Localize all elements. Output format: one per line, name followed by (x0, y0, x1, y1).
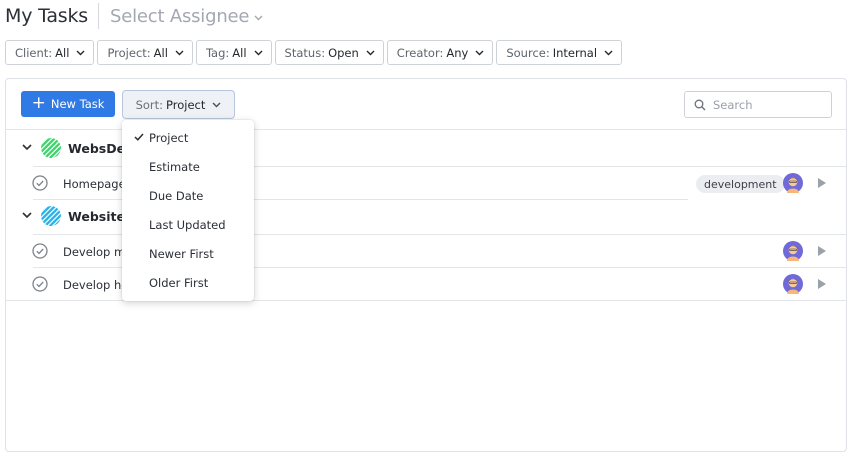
play-icon[interactable] (818, 246, 826, 256)
project-icon (41, 206, 61, 226)
chevron-down-icon (604, 50, 613, 55)
filter-value: All (55, 45, 70, 60)
filter-label: Status: (284, 45, 326, 60)
filter-label: Creator: (396, 45, 444, 60)
play-icon[interactable] (818, 279, 826, 289)
filter-label: Project: (107, 45, 151, 60)
chevron-down-icon[interactable] (22, 144, 32, 151)
filter-creator[interactable]: Creator: Any (386, 40, 494, 65)
sort-option-label: Project (149, 130, 189, 145)
filter-client[interactable]: Client: All (5, 40, 95, 65)
play-icon[interactable] (818, 178, 826, 188)
chevron-down-icon (254, 50, 263, 55)
sort-dropdown-menu: Project Estimate Due Date Last Updated N… (122, 120, 254, 301)
page-header: My Tasks Select Assignee (5, 2, 263, 30)
chevron-down-icon (212, 102, 221, 107)
check-circle-icon[interactable] (32, 276, 48, 292)
filter-label: Source: (506, 45, 550, 60)
checkmark-icon (134, 133, 144, 141)
sort-option-label: Due Date (149, 188, 204, 203)
plus-icon: + (31, 92, 46, 113)
filter-label: Tag: (205, 45, 230, 60)
header-divider (97, 3, 99, 29)
sort-option-label: Newer First (149, 246, 214, 261)
sort-option-label: Last Updated (149, 217, 226, 232)
sort-label: Sort: (135, 97, 164, 112)
chevron-down-icon (475, 50, 484, 55)
filter-label: Client: (15, 45, 53, 60)
filter-source[interactable]: Source: Internal (496, 40, 623, 65)
chevron-down-icon[interactable] (22, 212, 32, 219)
sort-option-due-date[interactable]: Due Date (122, 181, 254, 210)
avatar-icon[interactable] (783, 241, 803, 261)
sort-option-last-updated[interactable]: Last Updated (122, 210, 254, 239)
search-box[interactable] (684, 91, 832, 118)
sort-value: Project (166, 97, 206, 112)
filter-value: Any (446, 45, 469, 60)
chevron-down-icon (366, 50, 375, 55)
filter-value: All (232, 45, 247, 60)
filter-value: Open (328, 45, 359, 60)
check-circle-icon[interactable] (32, 175, 48, 191)
chevron-down-icon (76, 50, 85, 55)
select-assignee-label: Select Assignee (109, 5, 250, 27)
select-assignee-dropdown[interactable]: Select Assignee (110, 6, 263, 27)
filter-bar: Client: All Project: All Tag: All Status: Op… (5, 40, 623, 65)
search-input[interactable] (713, 97, 823, 112)
avatar-icon[interactable] (783, 274, 803, 294)
sort-option-older-first[interactable]: Older First (122, 268, 254, 297)
project-icon (41, 138, 61, 158)
filter-value: All (153, 45, 168, 60)
sort-option-label: Older First (149, 275, 209, 290)
filter-value: Internal (552, 45, 598, 60)
page-title: My Tasks (5, 5, 88, 27)
filter-status[interactable]: Status: Open (274, 40, 384, 65)
chevron-down-icon (254, 15, 263, 20)
new-task-label: New Task (50, 97, 105, 111)
sort-option-newer-first[interactable]: Newer First (122, 239, 254, 268)
filter-tag[interactable]: Tag: All (195, 40, 272, 65)
sort-button[interactable]: Sort: Project (122, 90, 235, 119)
filter-project[interactable]: Project: All (97, 40, 193, 65)
sort-option-estimate[interactable]: Estimate (122, 152, 254, 181)
task-tag[interactable]: development (696, 175, 785, 193)
sort-option-label: Estimate (149, 159, 200, 174)
chevron-down-icon (175, 50, 184, 55)
sort-option-project[interactable]: Project (122, 123, 254, 152)
avatar-icon[interactable] (783, 173, 803, 193)
search-icon (694, 99, 706, 110)
check-circle-icon[interactable] (32, 243, 48, 259)
new-task-button[interactable]: + New Task (21, 91, 115, 117)
